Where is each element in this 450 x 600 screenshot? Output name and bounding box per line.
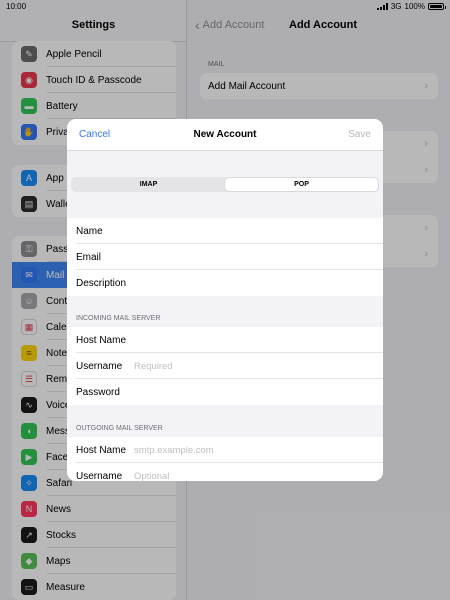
save-button[interactable]: Save bbox=[348, 129, 371, 140]
incoming-username-field[interactable]: Username Required bbox=[67, 353, 383, 379]
outgoing-username-label: Username bbox=[76, 470, 123, 482]
protocol-segmented-control: IMAP POP bbox=[71, 177, 379, 192]
segment-pop[interactable]: POP bbox=[225, 178, 378, 191]
name-field[interactable]: Name bbox=[67, 218, 383, 244]
outgoing-username-placeholder: Optional bbox=[134, 470, 170, 482]
description-label: Description bbox=[76, 277, 127, 289]
outgoing-host-name-label: Host Name bbox=[76, 444, 127, 456]
sheet-header: Cancel New Account Save bbox=[67, 119, 383, 151]
outgoing-host-name-placeholder: smtp.example.com bbox=[134, 444, 214, 456]
outgoing-fields-group: Host Name smtp.example.com Username Opti… bbox=[67, 437, 383, 481]
incoming-server-label: INCOMING MAIL SERVER bbox=[76, 315, 161, 322]
email-label: Email bbox=[76, 251, 102, 263]
outgoing-username-field[interactable]: Username Optional bbox=[67, 463, 383, 482]
signal-icon bbox=[376, 3, 388, 10]
description-field[interactable]: Description bbox=[67, 270, 383, 296]
battery-status-icon bbox=[428, 3, 446, 10]
segment-imap[interactable]: IMAP bbox=[72, 178, 225, 191]
outgoing-server-label: OUTGOING MAIL SERVER bbox=[76, 425, 163, 432]
incoming-password-field[interactable]: Password bbox=[67, 379, 383, 405]
status-right: 3G 100% bbox=[376, 2, 446, 11]
incoming-username-label: Username bbox=[76, 360, 123, 372]
incoming-fields-group: Host Name Username Required Password bbox=[67, 327, 383, 405]
account-fields-group: Name Email Description bbox=[67, 218, 383, 296]
incoming-host-name-field[interactable]: Host Name bbox=[67, 327, 383, 353]
outgoing-host-name-field[interactable]: Host Name smtp.example.com bbox=[67, 437, 383, 463]
incoming-username-placeholder: Required bbox=[134, 360, 173, 372]
status-time: 10:00 bbox=[6, 2, 27, 11]
sheet-title: New Account bbox=[193, 129, 257, 140]
battery-label: 100% bbox=[404, 2, 425, 11]
name-label: Name bbox=[76, 225, 103, 237]
incoming-password-label: Password bbox=[76, 386, 120, 398]
incoming-host-name-label: Host Name bbox=[76, 334, 127, 346]
network-label: 3G bbox=[390, 2, 402, 11]
new-account-sheet: Cancel New Account Save IMAP POP Name Em… bbox=[67, 119, 383, 481]
status-bar: 10:00 3G 100% bbox=[0, 0, 450, 13]
email-field[interactable]: Email bbox=[67, 244, 383, 270]
